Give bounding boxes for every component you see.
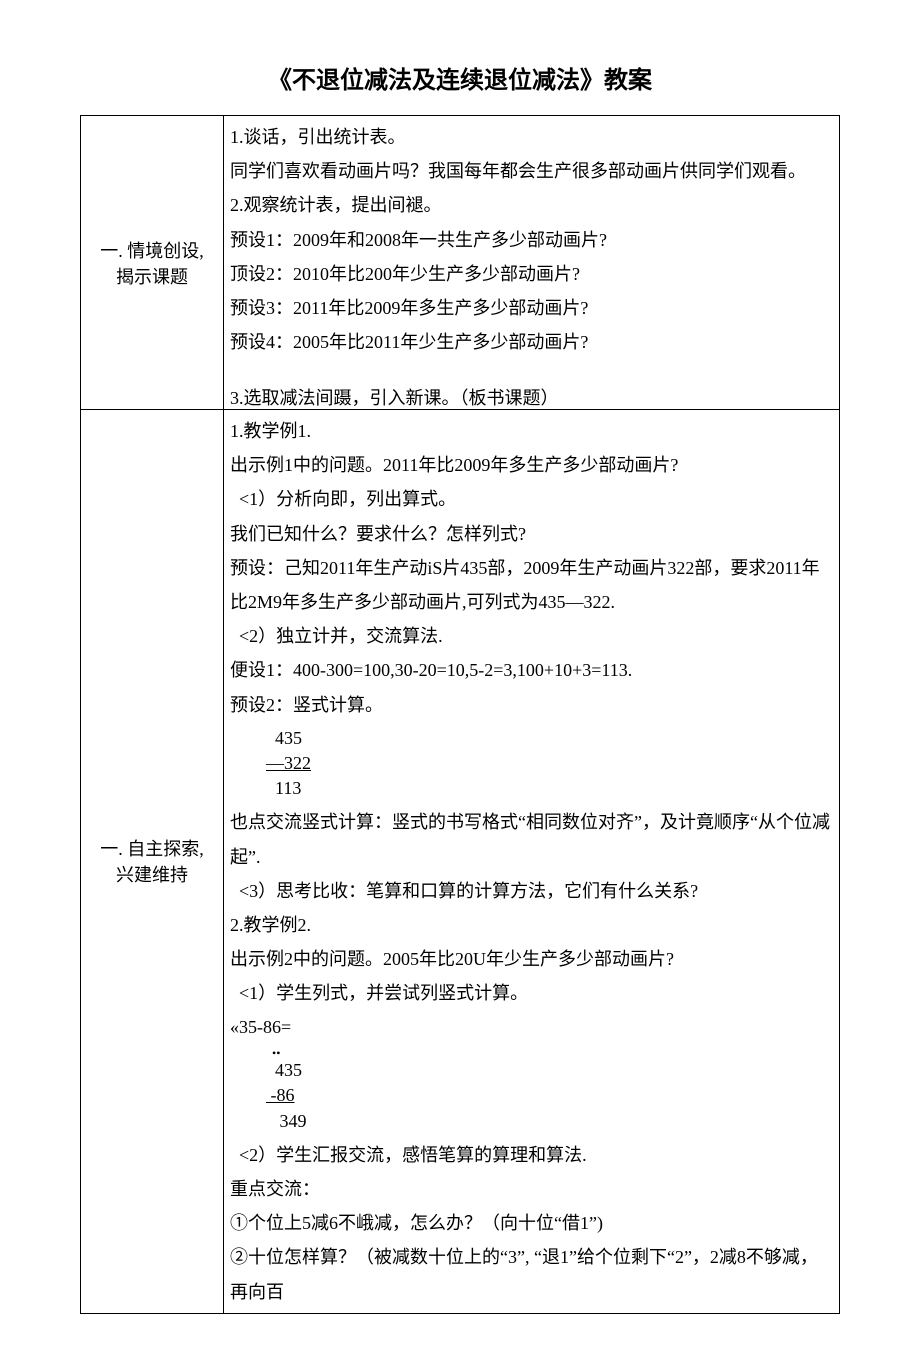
s1-line: 预设4：2005年比2011年少生产多少部动画片? (230, 325, 833, 359)
calc1-top: 435 (266, 726, 833, 751)
vertical-calc-2: •• 435 -86 349 (266, 1049, 833, 1134)
s2-line: ②十位怎样算？（被减数十位上的“3”, “退1”给个位剩下“2”，2减8不够减，… (230, 1240, 833, 1308)
s1-line-cut: 3.选取减法间蹑，引入新课。（板书课题） (230, 381, 833, 410)
s2-line: 预设2：竖式计算。 (230, 688, 833, 722)
calc1-mid: —322 (266, 751, 833, 776)
calc2-res: 349 (266, 1109, 833, 1134)
section-1-label: 一. 情境创设, 揭示课题 (81, 116, 224, 410)
calc2-mid: -86 (266, 1083, 833, 1108)
vertical-calc-1: 435 —322 113 (266, 726, 833, 802)
s2-line: 也点交流竖式计算：竖式的书写格式“相同数位对齐”，及计竟顺序“从个位减起”. (230, 805, 833, 873)
section-2-label-line1: 一. 自主探索, (87, 835, 217, 861)
s1-line: 顶设2：2010年比200年少生产多少部动画片? (230, 257, 833, 291)
calc2-dots: •• (266, 1049, 833, 1059)
section-1-content: 1.谈话，引出统计表。 同学们喜欢看动画片吗？我国每年都会生产很多部动画片供同学… (224, 116, 840, 410)
section-2-content: 1.教学例1. 出示例1中的问题。2011年比2009年多生产多少部动画片? <… (224, 410, 840, 1314)
s1-line: 2.观察统计表，提出间褪。 (230, 188, 833, 222)
s1-line: 预设3：2011年比2009年多生产多少部动画片? (230, 291, 833, 325)
calc2-top: 435 (266, 1058, 833, 1083)
s1-line: 预设1：2009年和2008年一共生产多少部动画片? (230, 223, 833, 257)
page-title: 《不退位减法及连续退位减法》教案 (80, 60, 840, 95)
s2-line: <1）分析向即，列出算式。 (230, 482, 833, 516)
s2-line: 2.教学例2. (230, 908, 833, 942)
s1-line: 1.谈话，引出统计表。 (230, 120, 833, 154)
s2-line: 出示例1中的问题。2011年比2009年多生产多少部动画片? (230, 448, 833, 482)
s2-line: 出示例2中的问题。2005年比20U年少生产多少部动画片? (230, 942, 833, 976)
s2-line: <2）学生汇报交流，感悟笔算的算理和算法. (230, 1138, 833, 1172)
s2-line: <2）独立计并，交流算法. (230, 619, 833, 653)
calc1-res: 113 (266, 776, 833, 801)
s2-line: ①个位上5减6不峨减，怎么办？（向十位“借1”) (230, 1206, 833, 1240)
section-1-label-line2: 揭示课题 (87, 263, 217, 289)
lesson-table: 一. 情境创设, 揭示课题 1.谈话，引出统计表。 同学们喜欢看动画片吗？我国每… (80, 115, 840, 1314)
s2-line: <1）学生列式，并尝试列竖式计算。 (230, 976, 833, 1010)
section-2-label-line2: 兴建维持 (87, 861, 217, 887)
s2-line: 预设：己知2011年生产动iS片435部，2009年生产动画片322部，要求20… (230, 551, 833, 619)
s2-line: 我们已知什么？要求什么？怎样列式? (230, 517, 833, 551)
s2-line: 重点交流： (230, 1172, 833, 1206)
s1-line: 同学们喜欢看动画片吗？我国每年都会生产很多部动画片供同学们观看。 (230, 154, 833, 188)
s2-line: <3）思考比收：笔算和口算的计算方法，它们有什么关系? (230, 874, 833, 908)
section-1-label-line1: 一. 情境创设, (87, 237, 217, 263)
s2-line: 1.教学例1. (230, 414, 833, 448)
s2-line: 便设1：400-300=100,30-20=10,5-2=3,100+10+3=… (230, 653, 833, 687)
s2-line: «35-86= (230, 1010, 833, 1044)
section-2-label: 一. 自主探索, 兴建维持 (81, 410, 224, 1314)
